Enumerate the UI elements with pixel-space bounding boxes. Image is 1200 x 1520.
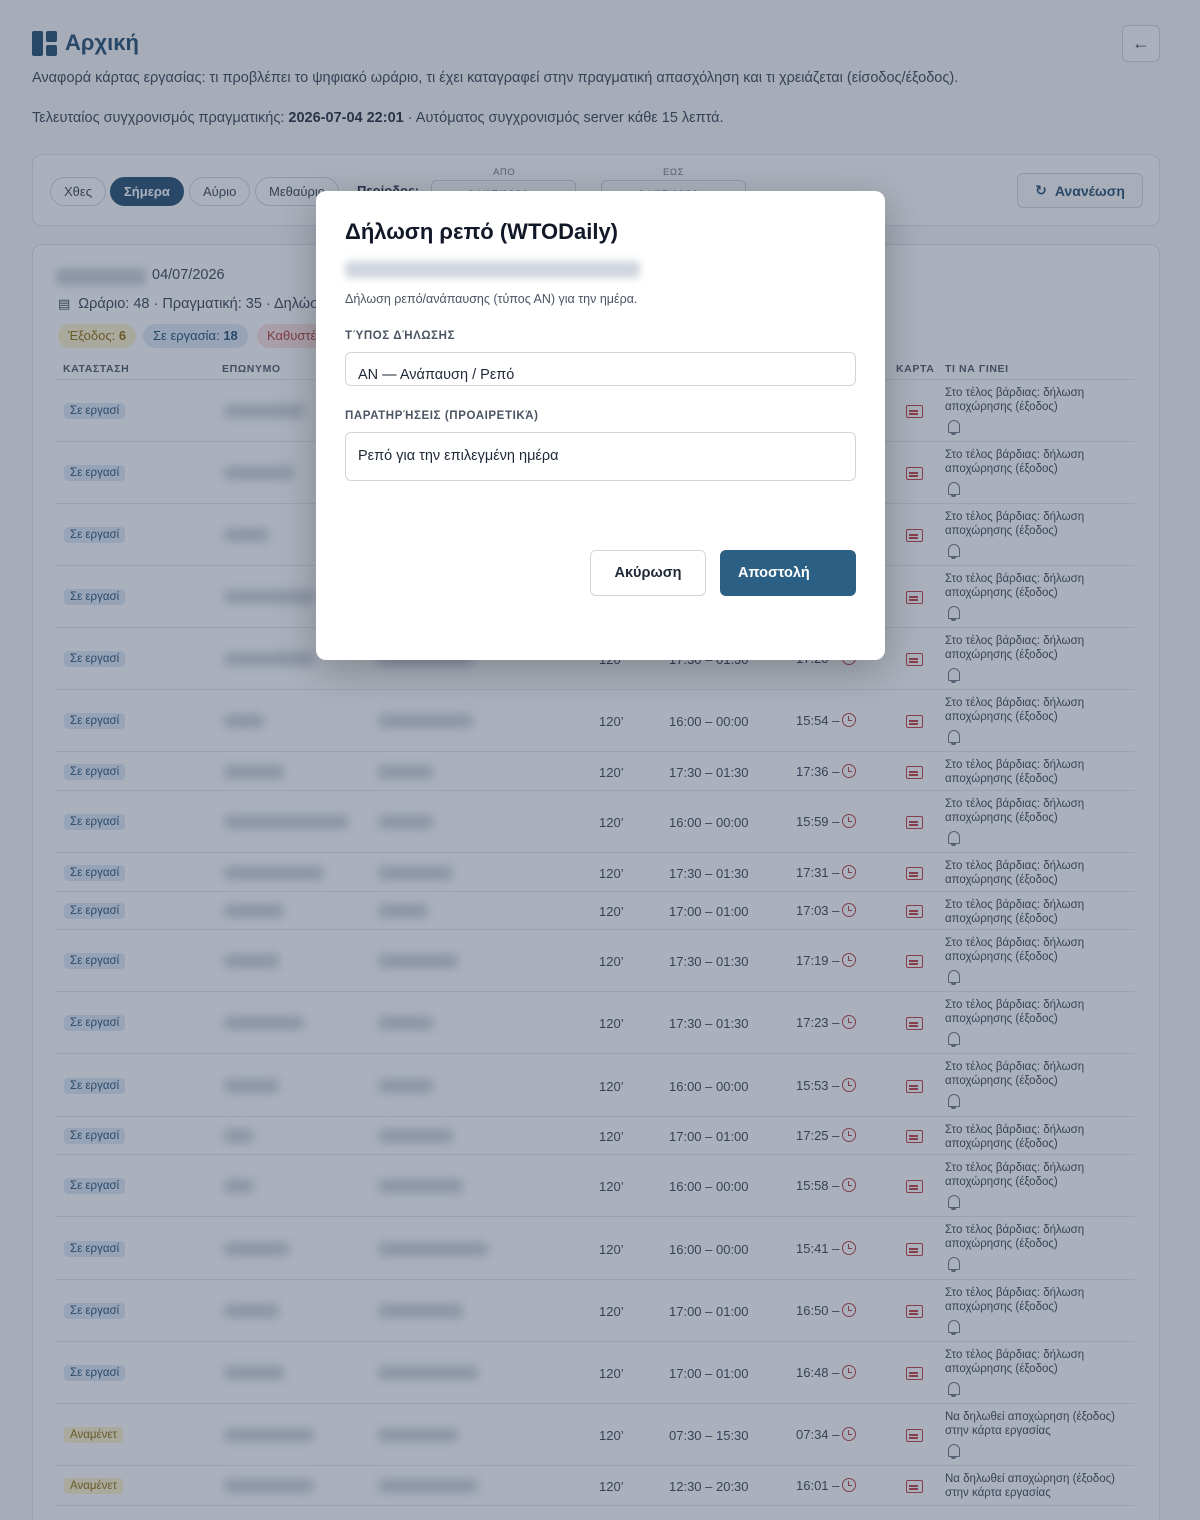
page: Αρχική ← Αναφορά κάρτας εργασίας: τι προ… [0,0,1200,1520]
leave-declaration-modal: Δήλωση ρεπό (WTODaily) Δήλωση ρεπό/ανάπα… [316,191,885,660]
modal-title: Δήλωση ρεπό (WTODaily) [345,219,619,244]
modal-description: Δήλωση ρεπό/ανάπαυσης (τύπος ΑΝ) για την… [345,292,638,306]
modal-employee-redacted [345,261,640,278]
type-select[interactable]: ΑΝ — Ανάπαυση / Ρεπό [345,352,856,386]
cancel-button[interactable]: Ακύρωση [590,550,706,596]
type-label: ΤΎΠΟΣ ΔΉΛΩΣΗΣ [345,330,456,342]
submit-button[interactable]: Αποστολή [720,550,856,596]
notes-label: ΠΑΡΑΤΗΡΉΣΕΙΣ (ΠΡΟΑΙΡΕΤΙΚΆ) [345,410,539,422]
notes-field[interactable]: Ρεπό για την επιλεγμένη ημέρα [345,432,856,481]
